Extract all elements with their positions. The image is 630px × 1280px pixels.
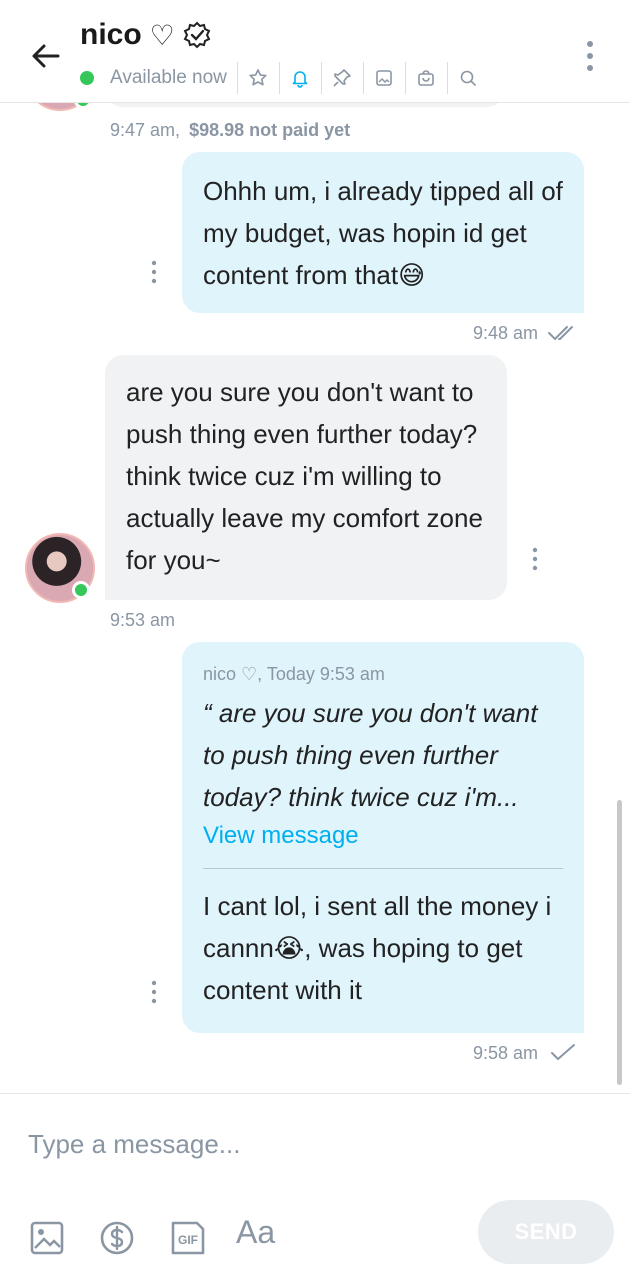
status-text: Available now bbox=[110, 67, 227, 88]
shop-icon[interactable] bbox=[404, 62, 447, 94]
online-dot bbox=[80, 71, 94, 85]
tip-dollar-icon[interactable] bbox=[99, 1220, 135, 1256]
message-bubble-outgoing[interactable]: Ohhh um, i already tipped all of my budg… bbox=[182, 152, 584, 313]
contact-name[interactable]: nico ♡ bbox=[80, 18, 211, 52]
message-options-icon[interactable] bbox=[531, 547, 539, 571]
quoted-message-text: “ are you sure you don't want to push th… bbox=[203, 698, 538, 812]
read-receipt-icon bbox=[548, 326, 573, 341]
image-upload-icon[interactable] bbox=[29, 1220, 65, 1256]
star-icon[interactable] bbox=[236, 62, 279, 94]
gif-icon[interactable]: GIF bbox=[170, 1220, 206, 1256]
message-time: 9:53 am bbox=[110, 610, 176, 630]
image-icon[interactable] bbox=[362, 62, 405, 94]
message-time: 9:58 am bbox=[473, 1043, 539, 1063]
more-options-icon[interactable] bbox=[578, 36, 602, 76]
sent-check-icon bbox=[551, 1044, 575, 1061]
online-indicator bbox=[72, 581, 90, 599]
message-list[interactable]: 9:47 am, $98.98 not paid yet Ohhh um, i … bbox=[0, 103, 630, 1093]
chat-header: nico ♡ Available now bbox=[0, 0, 630, 103]
view-message-link[interactable]: View message bbox=[203, 818, 563, 854]
quote-divider bbox=[203, 868, 563, 869]
message-input[interactable] bbox=[28, 1124, 588, 1164]
back-arrow-icon[interactable] bbox=[26, 36, 66, 76]
message-price: $98.98 not paid yet bbox=[189, 120, 351, 140]
scrollbar[interactable] bbox=[617, 800, 622, 1085]
pin-icon[interactable] bbox=[320, 62, 363, 94]
message-time: 9:47 am, bbox=[110, 120, 181, 140]
message-time: 9:48 am bbox=[473, 323, 539, 343]
heart-text: ♡ bbox=[149, 19, 175, 51]
message-options-icon[interactable] bbox=[150, 260, 158, 284]
message-meta: 9:47 am, $98.98 not paid yet bbox=[110, 120, 350, 141]
message-composer: GIF Aa SEND bbox=[0, 1093, 630, 1280]
bell-icon[interactable] bbox=[278, 62, 321, 94]
quote-meta: nico ♡, Today 9:53 am bbox=[203, 664, 385, 684]
contact-name-text: nico bbox=[80, 18, 142, 51]
message-bubble-incoming[interactable]: are you sure you don't want to push thin… bbox=[105, 355, 507, 600]
online-indicator bbox=[74, 103, 92, 109]
status-row: Available now bbox=[80, 62, 489, 94]
svg-text:GIF: GIF bbox=[178, 1233, 198, 1247]
message-bubble-previous[interactable] bbox=[105, 103, 505, 107]
search-icon[interactable] bbox=[446, 62, 489, 94]
message-options-icon[interactable] bbox=[150, 980, 158, 1004]
send-button[interactable]: SEND bbox=[478, 1200, 614, 1264]
text-format-button[interactable]: Aa bbox=[236, 1214, 275, 1251]
message-text: I cant lol, i sent all the money i cannn… bbox=[203, 891, 552, 1005]
message-text: Ohhh um, i already tipped all of my budg… bbox=[203, 176, 563, 290]
message-text: are you sure you don't want to push thin… bbox=[126, 377, 483, 575]
message-bubble-reply[interactable]: nico ♡, Today 9:53 am “ are you sure you… bbox=[182, 642, 584, 1033]
verified-badge-icon bbox=[183, 21, 211, 49]
